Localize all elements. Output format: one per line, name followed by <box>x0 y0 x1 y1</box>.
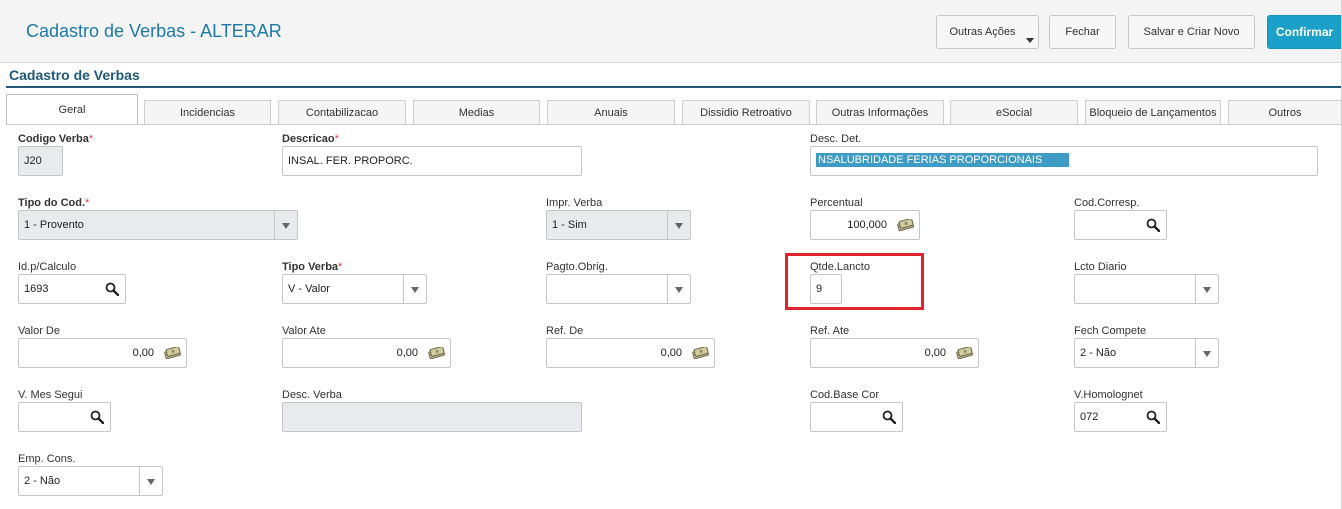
dropdown-arrow-icon[interactable] <box>1195 339 1218 367</box>
chevron-down-icon <box>1026 38 1034 43</box>
impr-verba-label: Impr. Verba <box>546 197 603 209</box>
codigo-verba-value: J20 <box>24 155 42 167</box>
id-calculo-field[interactable]: 1693 <box>18 274 126 304</box>
descricao-label: Descricao* <box>282 133 339 145</box>
tab-incidencias[interactable]: Incidencias <box>144 100 271 124</box>
tab-esocial[interactable]: eSocial <box>950 100 1078 124</box>
v-mes-segui-field[interactable] <box>18 402 111 432</box>
ref-de-value: 0,00 <box>660 347 682 359</box>
ref-de-field[interactable]: 0,00 <box>546 338 715 368</box>
fechar-button[interactable]: Fechar <box>1049 15 1116 49</box>
percentual-value: 100,000 <box>847 219 887 231</box>
fech-compete-select[interactable]: 2 - Não <box>1074 338 1219 368</box>
valor-ate-label: Valor Ate <box>282 325 326 337</box>
descricao-field[interactable]: INSAL. FER. PROPORC. <box>282 146 582 176</box>
tab-geral[interactable]: Geral <box>6 94 138 125</box>
descricao-value: INSAL. FER. PROPORC. <box>288 155 413 167</box>
tipo-cod-select[interactable]: 1 - Provento <box>18 210 298 240</box>
fech-compete-label: Fech Compete <box>1074 325 1147 337</box>
calculator-icon[interactable] <box>691 344 711 362</box>
desc-det-label: Desc. Det. <box>810 133 862 145</box>
cod-corresp-label: Cod.Corresp. <box>1074 197 1140 209</box>
tipo-verba-select[interactable]: V - Valor <box>282 274 427 304</box>
v-homolognet-value: 072 <box>1080 411 1099 423</box>
tab-medias[interactable]: Medias <box>413 100 540 124</box>
codigo-verba-label: Codigo Verba* <box>18 133 94 145</box>
calculator-icon[interactable] <box>427 344 447 362</box>
fech-compete-value: 2 - Não <box>1080 347 1117 359</box>
id-calculo-value: 1693 <box>24 283 49 295</box>
calculator-icon[interactable] <box>896 216 916 234</box>
v-homolognet-field[interactable]: 072 <box>1074 402 1167 432</box>
salvar-criar-novo-button[interactable]: Salvar e Criar Novo <box>1128 15 1255 49</box>
dropdown-arrow-icon[interactable] <box>1195 275 1218 303</box>
search-icon[interactable] <box>1143 408 1163 426</box>
section-divider <box>6 86 1342 88</box>
pagto-obrig-label: Pagto.Obrig. <box>546 261 608 273</box>
page-title: Cadastro de Verbas - ALTERAR <box>26 21 282 41</box>
valor-ate-field[interactable]: 0,00 <box>282 338 451 368</box>
emp-cons-label: Emp. Cons. <box>18 453 76 465</box>
ref-ate-value: 0,00 <box>924 347 946 359</box>
valor-ate-value: 0,00 <box>396 347 418 359</box>
tab-bloqueio-lancamentos[interactable]: Bloqueio de Lançamentos <box>1085 100 1221 124</box>
search-icon[interactable] <box>87 408 107 426</box>
valor-de-field[interactable]: 0,00 <box>18 338 187 368</box>
id-calculo-label: Id.p/Calculo <box>18 261 77 273</box>
highlight-annotation-box <box>785 253 924 310</box>
dropdown-arrow-icon[interactable] <box>403 275 426 303</box>
valor-de-value: 0,00 <box>132 347 154 359</box>
tipo-cod-label: Tipo do Cod.* <box>18 197 90 209</box>
tipo-verba-value: V - Valor <box>288 283 330 295</box>
dropdown-arrow-icon[interactable] <box>667 211 690 239</box>
lcto-diario-label: Lcto Diario <box>1074 261 1127 273</box>
cod-base-cor-field[interactable] <box>810 402 903 432</box>
tab-dissidio-retroativo[interactable]: Dissidio Retroativo <box>682 100 810 124</box>
emp-cons-value: 2 - Não <box>24 475 61 487</box>
calculator-icon[interactable] <box>163 344 183 362</box>
desc-det-value: NSALUBRIDADE FERIAS PROPORCIONAIS <box>816 153 1069 167</box>
percentual-label: Percentual <box>810 197 863 209</box>
cod-corresp-field[interactable] <box>1074 210 1167 240</box>
outras-acoes-label: Outras Ações <box>949 26 1016 38</box>
ref-ate-field[interactable]: 0,00 <box>810 338 979 368</box>
v-homolognet-label: V.Homolognet <box>1074 389 1143 401</box>
tab-outros[interactable]: Outros <box>1228 100 1342 124</box>
dropdown-arrow-icon[interactable] <box>274 211 297 239</box>
search-icon[interactable] <box>102 280 122 298</box>
impr-verba-value: 1 - Sim <box>552 219 587 231</box>
outras-acoes-button[interactable]: Outras Ações <box>936 15 1039 49</box>
impr-verba-select[interactable]: 1 - Sim <box>546 210 691 240</box>
confirmar-button[interactable]: Confirmar <box>1267 15 1342 49</box>
cod-base-cor-label: Cod.Base Cor <box>810 389 880 401</box>
v-mes-segui-label: V. Mes Segui <box>18 389 83 401</box>
tipo-cod-value: 1 - Provento <box>24 219 84 231</box>
tab-contabilizacao[interactable]: Contabilizacao <box>278 100 406 124</box>
section-title: Cadastro de Verbas <box>9 67 140 83</box>
ref-ate-label: Ref. Ate <box>810 325 850 337</box>
ref-de-label: Ref. De <box>546 325 584 337</box>
tab-outras-informacoes[interactable]: Outras Informações <box>816 100 944 124</box>
lcto-diario-select[interactable] <box>1074 274 1219 304</box>
codigo-verba-field[interactable]: J20 <box>18 146 63 176</box>
tab-anuais[interactable]: Anuais <box>547 100 675 124</box>
search-icon[interactable] <box>1143 216 1163 234</box>
pagto-obrig-select[interactable] <box>546 274 691 304</box>
page-header: Cadastro de Verbas - ALTERAR Outras Açõe… <box>0 0 1342 63</box>
desc-det-field[interactable]: NSALUBRIDADE FERIAS PROPORCIONAIS <box>810 146 1318 176</box>
dropdown-arrow-icon[interactable] <box>139 467 162 495</box>
valor-de-label: Valor De <box>18 325 60 337</box>
tipo-verba-label: Tipo Verba* <box>282 261 343 273</box>
desc-verba-field[interactable] <box>282 402 582 432</box>
tabs-divider <box>6 124 1342 125</box>
desc-verba-label: Desc. Verba <box>282 389 342 401</box>
calculator-icon[interactable] <box>955 344 975 362</box>
dropdown-arrow-icon[interactable] <box>667 275 690 303</box>
percentual-field[interactable]: 100,000 <box>810 210 920 240</box>
emp-cons-select[interactable]: 2 - Não <box>18 466 163 496</box>
search-icon[interactable] <box>879 408 899 426</box>
